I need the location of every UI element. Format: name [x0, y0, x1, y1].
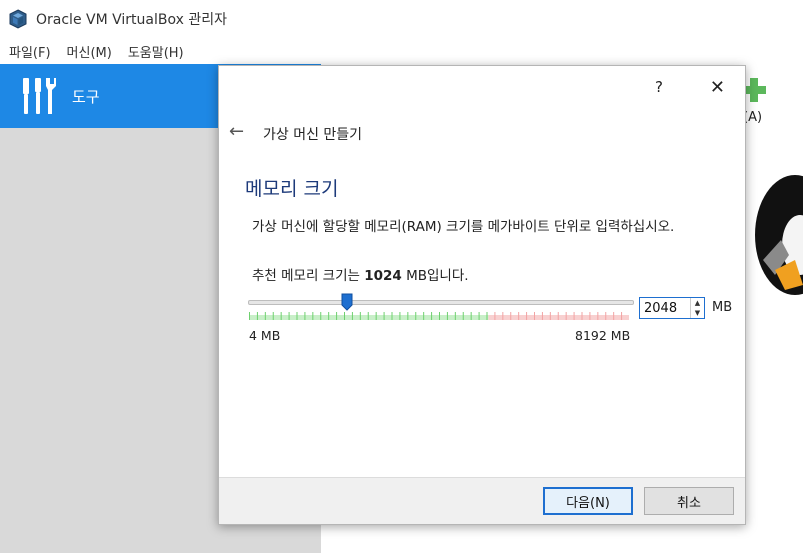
slider-tick	[304, 312, 306, 320]
slider-tick	[336, 312, 338, 320]
slider-tick	[613, 312, 615, 320]
slider-tick	[462, 312, 464, 320]
memory-size-spinbox[interactable]: 2048 ▲ ▼	[639, 297, 705, 319]
memory-slider-track[interactable]	[248, 300, 634, 305]
slider-tick	[439, 312, 440, 320]
recommend-value: 1024	[364, 268, 402, 284]
slider-tick	[351, 312, 353, 320]
memory-slider-handle[interactable]	[341, 293, 353, 311]
slider-tick	[391, 312, 393, 320]
slider-tick	[367, 312, 369, 320]
slider-tick	[557, 312, 559, 320]
spin-down-icon[interactable]: ▼	[691, 308, 704, 318]
section-title: 메모리 크기	[245, 178, 339, 200]
dialog-footer: 다음(N) 취소	[219, 477, 745, 524]
slider-tick	[288, 312, 290, 320]
close-button[interactable]: ✕	[710, 77, 725, 98]
slider-tick	[541, 312, 543, 320]
back-arrow-icon[interactable]: ←	[229, 121, 244, 142]
slider-tick	[359, 312, 361, 320]
slider-min-label: 4 MB	[249, 328, 281, 343]
next-button[interactable]: 다음(N)	[543, 487, 633, 515]
slider-tick	[312, 312, 314, 320]
slider-tick	[470, 312, 472, 320]
slider-tick	[581, 312, 583, 320]
memory-size-value[interactable]: 2048	[644, 301, 677, 316]
tools-label: 도구	[72, 87, 100, 106]
slider-tick	[272, 312, 274, 320]
slider-tick	[399, 312, 401, 320]
slider-tick	[518, 312, 520, 320]
slider-tick	[494, 312, 496, 320]
slider-tick	[256, 312, 258, 320]
slider-tick	[621, 312, 623, 320]
create-vm-dialog: ? ✕ ← 가상 머신 만들기 메모리 크기 가상 머신에 할당할 메모리(RA…	[218, 65, 746, 525]
menu-machine[interactable]: 머신(M)	[59, 42, 120, 61]
recommended-memory-text: 추천 메모리 크기는 1024 MB입니다.	[252, 264, 469, 284]
help-button[interactable]: ?	[655, 78, 663, 96]
slider-tick	[249, 312, 250, 320]
slider-tick	[534, 312, 535, 320]
slider-tick	[597, 312, 599, 320]
slider-tick	[486, 312, 488, 320]
slider-tick	[264, 312, 266, 320]
slider-tick	[415, 312, 417, 320]
menu-file[interactable]: 파일(F)	[0, 42, 59, 61]
virtualbox-app-icon	[9, 9, 27, 29]
slider-max-label: 8192 MB	[575, 328, 631, 343]
recommend-prefix: 추천 메모리 크기는	[252, 268, 365, 284]
slider-tick	[478, 312, 480, 320]
unit-label: MB	[712, 300, 733, 315]
dialog-titlebar: ? ✕	[219, 66, 745, 110]
spin-buttons: ▲ ▼	[690, 298, 704, 318]
window-titlebar: Oracle VM VirtualBox 관리자	[0, 0, 803, 38]
slider-tick	[589, 312, 591, 320]
slider-tick	[344, 312, 345, 320]
slider-tick	[446, 312, 448, 320]
slider-tick	[296, 312, 298, 320]
slider-tick	[565, 312, 567, 320]
slider-tick	[526, 312, 528, 320]
menu-help[interactable]: 도움말(H)	[120, 42, 192, 61]
spin-up-icon[interactable]: ▲	[691, 298, 704, 308]
recommend-suffix: MB입니다.	[401, 268, 469, 284]
slider-tick	[375, 312, 377, 320]
window-title: Oracle VM VirtualBox 관리자	[36, 12, 227, 28]
slider-tick	[549, 312, 551, 320]
memory-slider-ticks	[249, 312, 629, 320]
slider-tick	[510, 312, 512, 320]
slider-tick	[605, 312, 607, 320]
memory-description: 가상 머신에 할당할 메모리(RAM) 크기를 메가바이트 단위로 입력하십시오…	[252, 219, 675, 235]
slider-tick	[423, 312, 425, 320]
penguin-mascot-icon	[755, 175, 803, 295]
slider-tick	[454, 312, 456, 320]
slider-tick	[431, 312, 433, 320]
slider-tick	[280, 312, 282, 320]
slider-tick	[407, 312, 409, 320]
slider-tick	[328, 312, 330, 320]
slider-tick	[320, 312, 322, 320]
slider-tick	[383, 312, 385, 320]
wizard-title: 가상 머신 만들기	[263, 127, 363, 143]
tools-icon	[23, 78, 56, 114]
cancel-button[interactable]: 취소	[644, 487, 734, 515]
menu-bar: 파일(F) 머신(M) 도움말(H)	[0, 38, 803, 64]
slider-tick	[502, 312, 504, 320]
slider-tick	[573, 312, 575, 320]
